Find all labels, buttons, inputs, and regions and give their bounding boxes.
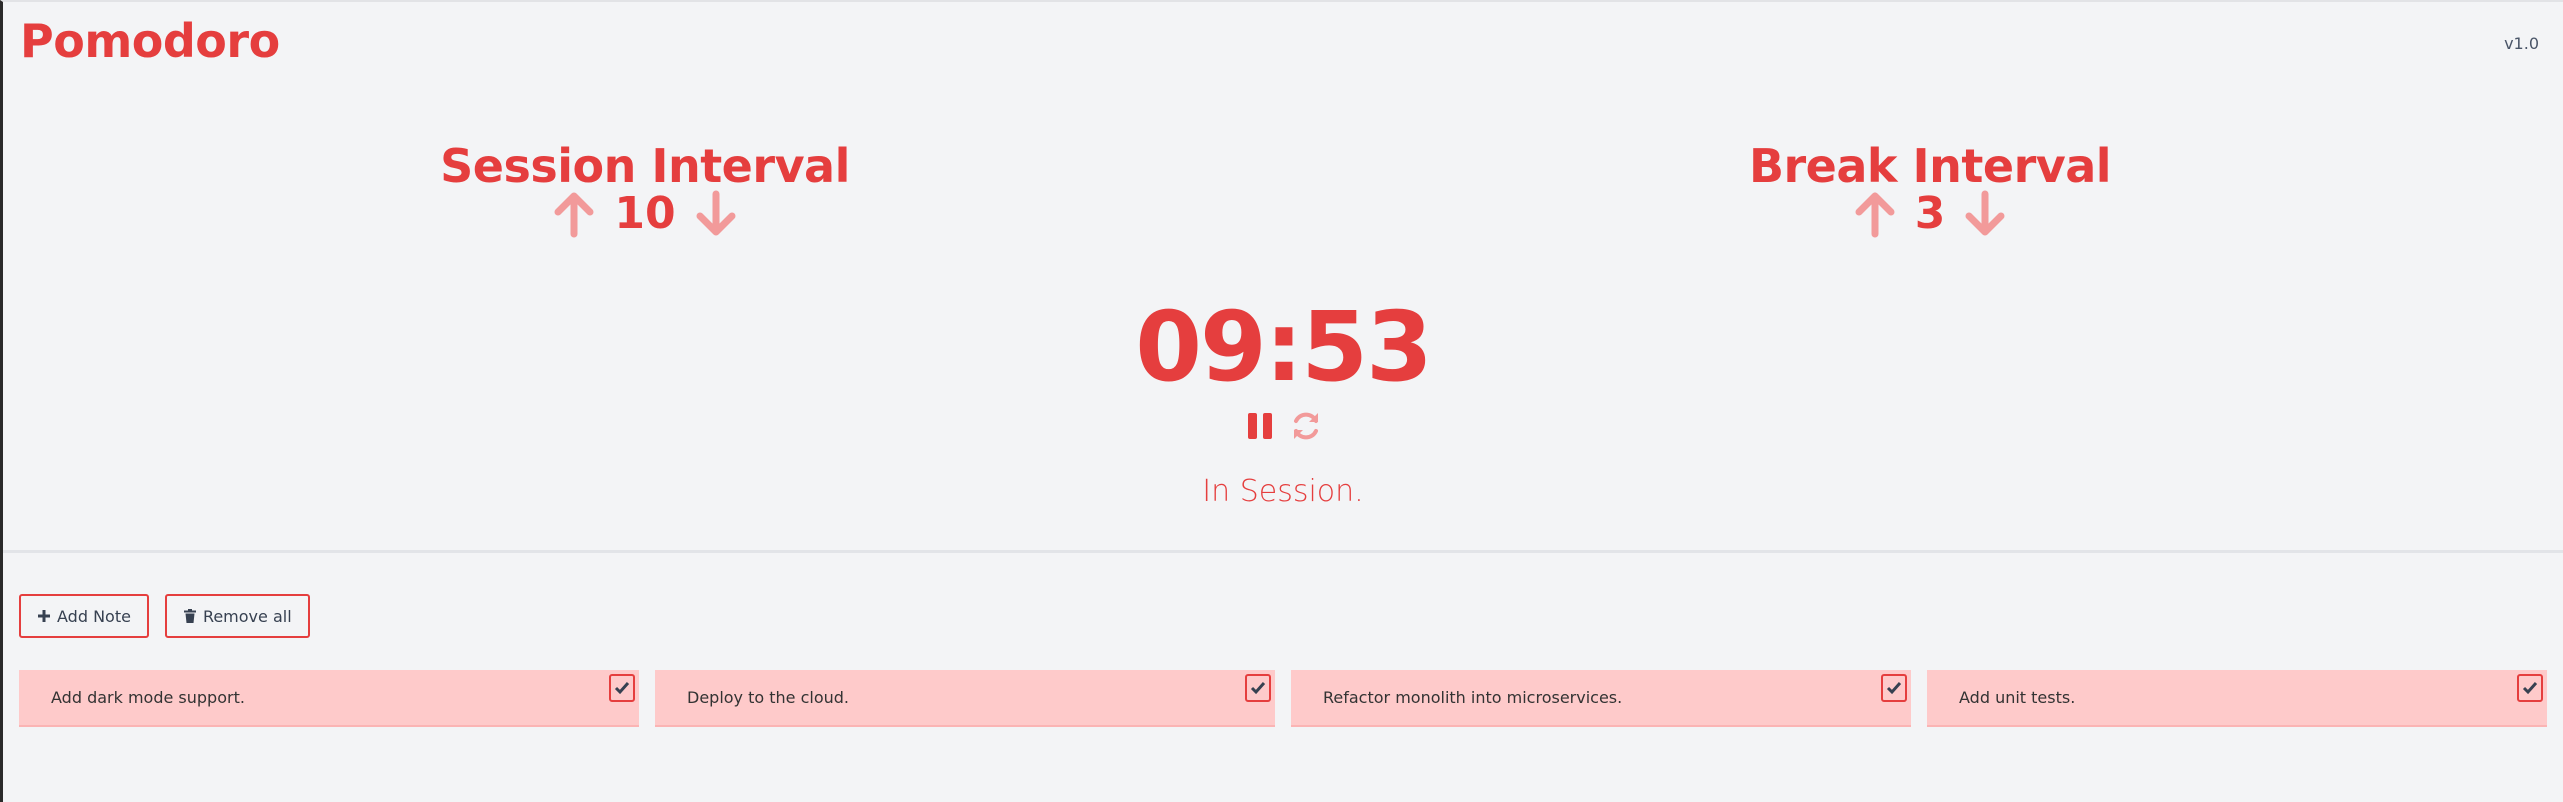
note-text: Add dark mode support.: [51, 688, 245, 707]
remove-all-label: Remove all: [202, 606, 292, 626]
version-label: v1.0: [2504, 34, 2539, 53]
check-icon: [1250, 682, 1266, 695]
note-complete-checkbox[interactable]: [1881, 674, 1907, 702]
note-card: Deploy to the cloud.: [655, 670, 1275, 727]
app-title: Pomodoro: [20, 14, 280, 68]
arrow-up-icon: [554, 192, 594, 237]
arrow-up-icon: [1855, 192, 1895, 237]
break-increment-button[interactable]: [1853, 190, 1897, 238]
note-card: Add unit tests.: [1927, 670, 2547, 727]
session-interval-panel: Session Interval 10: [435, 138, 855, 239]
session-interval-value: 10: [614, 188, 676, 239]
arrow-down-icon: [696, 190, 736, 235]
check-icon: [614, 682, 630, 695]
break-interval-controls: 3: [1720, 188, 2140, 239]
break-interval-panel: Break Interval 3: [1720, 138, 2140, 239]
notes-list: Add dark mode support. Deploy to the clo…: [19, 670, 2547, 727]
session-increment-button[interactable]: [552, 190, 596, 238]
arrow-down-icon: [1965, 190, 2005, 235]
pause-button[interactable]: [1242, 408, 1278, 444]
session-status: In Session.: [1202, 474, 1364, 509]
refresh-icon: [1294, 412, 1318, 440]
check-icon: [2522, 682, 2538, 695]
plus-icon: [38, 610, 50, 622]
timer-display: 09:53: [1135, 291, 1433, 403]
section-divider: [3, 550, 2563, 553]
remove-all-button[interactable]: Remove all: [164, 594, 310, 638]
break-interval-title: Break Interval: [1748, 139, 2112, 193]
reset-button[interactable]: [1288, 408, 1324, 444]
session-interval-controls: 10: [435, 188, 855, 239]
note-text: Refactor monolith into microservices.: [1323, 688, 1623, 707]
add-note-label: Add Note: [57, 606, 131, 626]
app-header: Pomodoro v1.0: [20, 14, 2563, 74]
session-interval-title: Session Interval: [440, 139, 850, 193]
note-complete-checkbox[interactable]: [609, 674, 635, 702]
note-card: Add dark mode support.: [19, 670, 639, 727]
break-decrement-button[interactable]: [1963, 190, 2007, 238]
trash-icon: [183, 609, 196, 623]
note-text: Add unit tests.: [1959, 688, 2076, 707]
note-text: Deploy to the cloud.: [687, 688, 850, 707]
timer-controls: [3, 408, 2563, 444]
break-interval-value: 3: [1914, 188, 1946, 239]
note-card: Refactor monolith into microservices.: [1291, 670, 1911, 727]
add-note-button[interactable]: Add Note: [19, 594, 149, 638]
check-icon: [1886, 682, 1902, 695]
note-complete-checkbox[interactable]: [1245, 674, 1271, 702]
pause-icon: [1248, 413, 1272, 439]
note-complete-checkbox[interactable]: [2517, 674, 2543, 702]
session-decrement-button[interactable]: [694, 190, 738, 238]
notes-toolbar: Add Note Remove all: [19, 594, 310, 638]
